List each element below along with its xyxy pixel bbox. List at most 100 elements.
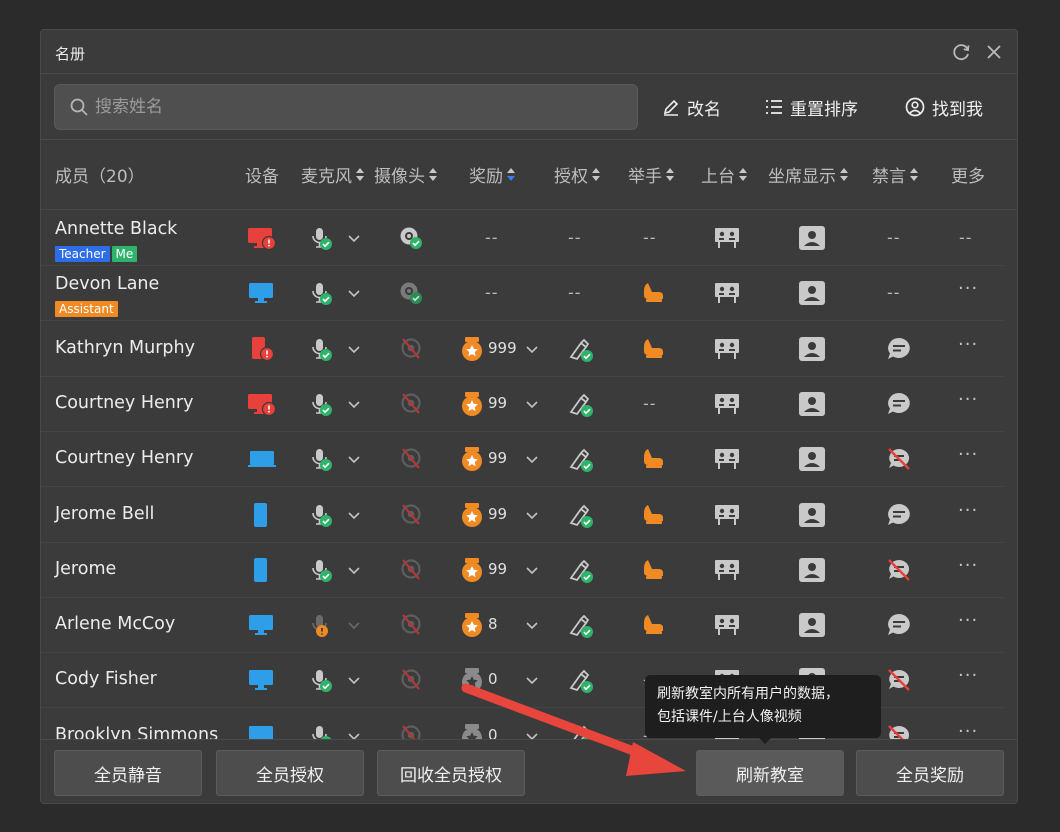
chevron-down-icon[interactable]	[525, 395, 539, 414]
camera-icon[interactable]	[398, 336, 424, 360]
header-seat[interactable]: 坐席显示	[768, 162, 849, 187]
chevron-down-icon[interactable]	[347, 284, 361, 303]
refresh-classroom-button[interactable]: 刷新教室	[696, 750, 844, 796]
more-menu-button[interactable]: ···	[958, 610, 978, 631]
seat-display-icon[interactable]	[798, 391, 826, 416]
seat-display-icon[interactable]	[798, 225, 826, 250]
chevron-down-icon[interactable]	[347, 671, 361, 690]
header-auth[interactable]: 授权	[554, 162, 601, 187]
search-input[interactable]	[95, 85, 625, 129]
microphone-icon[interactable]	[309, 724, 335, 739]
camera-icon[interactable]	[398, 723, 424, 739]
more-menu-button[interactable]: ···	[958, 278, 978, 299]
stage-icon[interactable]	[713, 225, 741, 249]
more-menu-button[interactable]: ···	[958, 665, 978, 686]
seat-display-icon[interactable]	[798, 446, 826, 472]
chevron-down-icon[interactable]	[347, 616, 361, 635]
microphone-icon[interactable]	[309, 668, 335, 693]
stage-icon[interactable]	[713, 612, 741, 636]
more-menu-button[interactable]: ···	[958, 500, 978, 521]
more-menu-button[interactable]: ···	[958, 334, 978, 355]
chat-icon[interactable]	[886, 391, 912, 415]
header-stage[interactable]: 上台	[701, 162, 748, 187]
sort-icon[interactable]	[909, 167, 919, 183]
raise-hand-icon[interactable]	[640, 611, 666, 635]
auth-pen-icon[interactable]	[568, 613, 596, 639]
chat-muted-icon[interactable]	[886, 557, 912, 581]
chevron-down-icon[interactable]	[525, 506, 539, 525]
chevron-down-icon[interactable]	[347, 340, 361, 359]
microphone-icon[interactable]	[309, 337, 335, 361]
mute-all-button[interactable]: 全员静音	[54, 750, 202, 796]
chevron-down-icon[interactable]	[347, 506, 361, 525]
microphone-icon[interactable]	[309, 447, 335, 472]
stage-icon[interactable]	[713, 502, 741, 526]
auth-pen-icon[interactable]	[568, 724, 596, 739]
chevron-down-icon[interactable]	[525, 340, 539, 359]
chevron-down-icon[interactable]	[525, 450, 539, 469]
raise-hand-icon[interactable]	[640, 445, 666, 469]
stage-icon[interactable]	[713, 446, 741, 470]
chat-icon[interactable]	[886, 502, 912, 526]
stage-icon[interactable]	[713, 391, 741, 415]
award-all-button[interactable]: 全员奖励	[856, 750, 1004, 796]
find-me-button[interactable]: 找到我	[904, 92, 983, 122]
chevron-down-icon[interactable]	[347, 395, 361, 414]
close-icon[interactable]	[983, 41, 1005, 63]
microphone-icon[interactable]	[309, 226, 335, 250]
raise-hand-icon[interactable]	[640, 556, 666, 580]
chevron-down-icon[interactable]	[525, 616, 539, 635]
auth-pen-icon[interactable]	[568, 447, 596, 473]
microphone-icon[interactable]	[309, 392, 335, 416]
microphone-icon[interactable]	[309, 613, 335, 638]
chat-icon[interactable]	[886, 612, 912, 636]
camera-icon[interactable]	[398, 280, 424, 305]
sort-icon[interactable]	[839, 167, 849, 183]
sort-icon[interactable]	[428, 167, 438, 183]
rename-button[interactable]: 改名	[661, 92, 721, 122]
chat-muted-icon[interactable]	[886, 723, 912, 739]
stage-icon[interactable]	[713, 336, 741, 360]
sort-icon[interactable]	[665, 167, 675, 183]
header-hand[interactable]: 举手	[628, 162, 675, 187]
sort-icon[interactable]	[738, 167, 748, 183]
auth-pen-icon[interactable]	[568, 668, 596, 694]
more-menu-button[interactable]: ···	[958, 444, 978, 465]
auth-all-button[interactable]: 全员授权	[216, 750, 364, 796]
header-mic[interactable]: 麦克风	[301, 162, 365, 187]
sort-icon[interactable]	[355, 167, 365, 183]
auth-pen-icon[interactable]	[568, 503, 596, 528]
microphone-icon[interactable]	[309, 503, 335, 527]
seat-display-icon[interactable]	[798, 502, 826, 527]
camera-icon[interactable]	[398, 667, 424, 691]
chevron-down-icon[interactable]	[525, 727, 539, 739]
camera-icon[interactable]	[398, 612, 424, 636]
microphone-icon[interactable]	[309, 558, 335, 582]
header-mute[interactable]: 禁言	[872, 162, 919, 187]
raise-hand-icon[interactable]	[640, 279, 666, 303]
stage-icon[interactable]	[713, 280, 741, 304]
revoke-auth-all-button[interactable]: 回收全员授权	[377, 750, 525, 796]
seat-display-icon[interactable]	[798, 336, 826, 361]
header-award[interactable]: 奖励	[469, 162, 516, 187]
chevron-down-icon[interactable]	[347, 229, 361, 248]
seat-display-icon[interactable]	[798, 557, 826, 582]
auth-pen-icon[interactable]	[568, 337, 596, 362]
sort-icon[interactable]	[591, 167, 601, 183]
refresh-icon[interactable]	[951, 41, 973, 63]
auth-pen-icon[interactable]	[568, 392, 596, 417]
raise-hand-icon[interactable]	[640, 335, 666, 359]
camera-icon[interactable]	[398, 502, 424, 526]
sort-icon[interactable]	[506, 167, 516, 183]
more-menu-button[interactable]: ···	[958, 721, 978, 739]
raise-hand-icon[interactable]	[640, 501, 666, 525]
chevron-down-icon[interactable]	[525, 561, 539, 580]
chevron-down-icon[interactable]	[347, 561, 361, 580]
reset-order-button[interactable]: 重置排序	[764, 92, 858, 122]
chat-icon[interactable]	[886, 336, 912, 360]
seat-display-icon[interactable]	[798, 280, 826, 306]
more-menu-button[interactable]: ···	[958, 555, 978, 576]
chevron-down-icon[interactable]	[347, 450, 361, 469]
stage-icon[interactable]	[713, 557, 741, 581]
camera-icon[interactable]	[398, 446, 424, 470]
